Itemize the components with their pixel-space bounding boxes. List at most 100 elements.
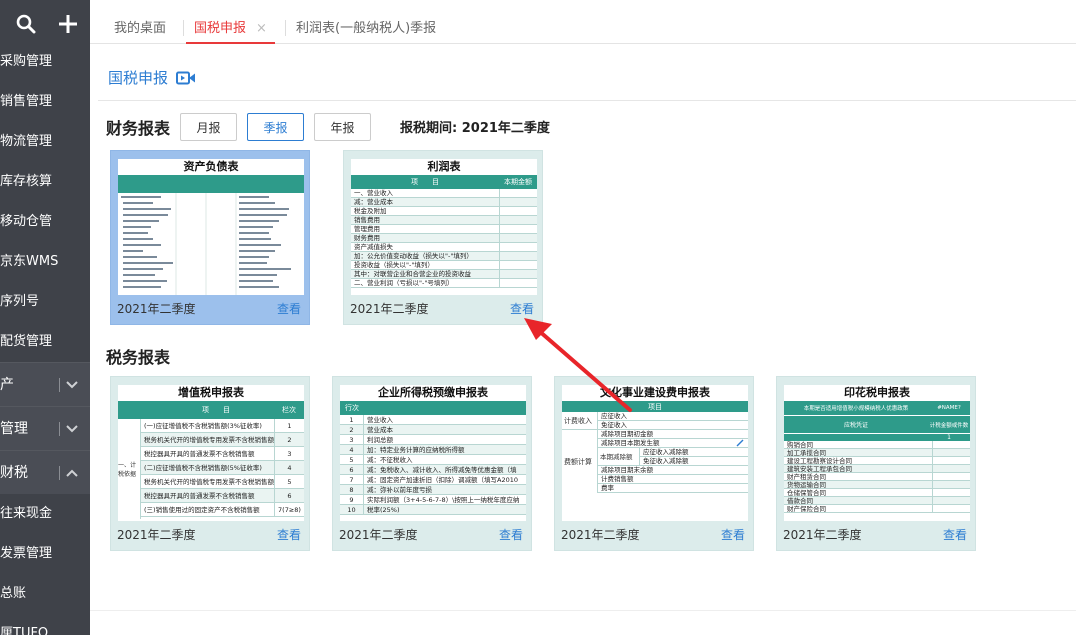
balance-sheet-grid [121, 193, 291, 295]
row-number: 2 [274, 433, 304, 446]
row-number: 10 [340, 505, 364, 514]
view-link[interactable]: 查看 [277, 300, 301, 317]
row-label: 货物运输合同 [787, 481, 826, 488]
row-number: 3 [340, 435, 364, 444]
stamp-duty-thumbnail: 印花税申报表 本期是否适用增值税小规模纳税人优惠政策 #NAME? 应税凭证 计… [784, 385, 970, 521]
table-row: 财产保险合同 [784, 505, 970, 513]
table-row: 税控器具开具的普通发票不含税销售额 6 [141, 489, 304, 503]
view-link[interactable]: 查看 [277, 526, 301, 543]
thumbnail-banner: 本期是否适用增值税小规模纳税人优惠政策 #NAME? [784, 401, 970, 415]
table-row: 税务机关代开的增值税专用发票不含税销售额 5 [141, 475, 304, 489]
card-footer: 2021年二季度 查看 [117, 300, 301, 316]
table-row: 8 减：弥补以前年度亏损 [340, 485, 526, 495]
income-statement-card[interactable]: 利润表 项 目 本期金额 一、营业收入 减：营业成本 税金及附加 销售费用 管理费用 财务… [343, 150, 543, 325]
sidebar-item-jd-wms[interactable]: 京东WMS [0, 242, 90, 282]
table-row: 9 实际利润额（3+4-5-6-7-8）\按照上一纳税年度应纳 [340, 495, 526, 505]
video-icon[interactable] [176, 71, 196, 85]
thumbnail-title: 利润表 [427, 160, 461, 173]
main-content: 国税申报 财务报表 月报 季报 年报 报税期间: 2021年二季度 资产负债表 [90, 45, 1076, 635]
tab-income-statement[interactable]: 利润表(一般纳税人)季报 [296, 12, 436, 44]
sidebar-group-management[interactable]: 管理 [0, 406, 90, 450]
row-label: 税控器具开具的普通发票不含税销售额 [144, 450, 255, 458]
view-link[interactable]: 查看 [721, 526, 745, 543]
row-label: 财务费用 [354, 234, 380, 242]
balance-sheet-card[interactable]: 资产负债表 2021年二季度 查看 [110, 150, 310, 325]
sidebar-item-invoice[interactable]: 发票管理 [0, 534, 90, 574]
row-number: 6 [274, 489, 304, 502]
table-row: 计费销售额 [598, 475, 748, 484]
tab-label: 我的桌面 [114, 21, 167, 36]
sidebar-item-tufo[interactable]: 厘TUFO [0, 614, 90, 635]
tab-national-tax[interactable]: 国税申报 × [186, 12, 275, 44]
row-label: 资产减值损失 [354, 243, 393, 251]
view-link[interactable]: 查看 [499, 526, 523, 543]
table-row: 费率 [598, 484, 748, 493]
table-row: 其中：对联营企业和合营企业的投资收益 [351, 270, 537, 279]
plus-icon[interactable] [58, 14, 78, 34]
quarterly-button[interactable]: 季报 [247, 113, 304, 141]
card-period: 2021年二季度 [117, 301, 196, 316]
row-label: 税务机关代开的增值税专用发票不含税销售额 [144, 436, 274, 444]
row-label: 实际利润额（3+4-5-6-7-8）\按照上一纳税年度应纳 [367, 496, 520, 504]
sidebar-item-serial-number[interactable]: 序列号 [0, 282, 90, 322]
table-row: 财产租赁合同 [784, 473, 970, 481]
card-footer: 2021年二季度 查看 [561, 526, 745, 542]
view-link[interactable]: 查看 [943, 526, 967, 543]
value-cell [932, 473, 970, 480]
balance-sheet-thumbnail: 资产负债表 [118, 159, 304, 295]
value-cell [499, 207, 537, 215]
thumbnail-subheader: 1 [784, 433, 970, 441]
value-cell [499, 279, 537, 287]
sidebar-item-mobile-warehouse[interactable]: 移动仓管 [0, 202, 90, 242]
sidebar-group-label: 产 [0, 376, 14, 393]
sidebar-group-finance-tax[interactable]: 财税 [0, 450, 90, 494]
row-label: 税务机关代开的增值税专用发票不含税销售额 [144, 478, 274, 486]
annual-button[interactable]: 年报 [314, 113, 371, 141]
stamp-duty-card[interactable]: 印花税申报表 本期是否适用增值税小规模纳税人优惠政策 #NAME? 应税凭证 计… [776, 376, 976, 551]
banner-value: #NAME? [937, 405, 961, 411]
row-label: 其中：对联营企业和合营企业的投资收益 [354, 270, 471, 278]
row-label: (二)应征增值税不含税销售额(5%征收率) [144, 464, 262, 472]
row-number: 1 [340, 415, 364, 424]
chevron-down-icon [66, 424, 78, 432]
corporate-income-tax-card[interactable]: 企业所得税预缴申报表 行次 1 营业收入 2 营业成本 3 利润总额 4 加：特定业务计算的应… [332, 376, 532, 551]
close-icon[interactable]: × [256, 21, 267, 36]
sidebar-group-assets[interactable]: 产 [0, 362, 90, 406]
sidebar-item-inventory-accounting[interactable]: 库存核算 [0, 162, 90, 202]
sidebar-item-logistics[interactable]: 物流管理 [0, 122, 90, 162]
search-icon[interactable] [16, 14, 36, 34]
row-label: (三)销售使用过的固定资产不含税销售额 [144, 506, 260, 514]
tab-separator [183, 20, 184, 36]
sidebar-item-ledger[interactable]: 总账 [0, 574, 90, 614]
sidebar-item-cash[interactable]: 往来现金 [0, 494, 90, 534]
tax-section-label: 税务报表 [106, 348, 171, 367]
tab-my-desktop[interactable]: 我的桌面 [114, 12, 166, 44]
vat-return-card[interactable]: 增值税申报表 项 目 栏次 一、计税依据 (一)应征增值税不含税销售额(3%征收… [110, 376, 310, 551]
sidebar-item-purchase[interactable]: 采购管理 [0, 42, 90, 82]
header-cell: 行次 [345, 404, 359, 412]
table-row: 税控器具开具的普通发票不含税销售额 3 [141, 447, 304, 461]
card-footer: 2021年二季度 查看 [783, 526, 967, 542]
thumbnail-title: 资产负债表 [183, 160, 239, 173]
row-label: 减：弥补以前年度亏损 [367, 486, 432, 494]
monthly-button[interactable]: 月报 [180, 113, 237, 141]
table-row: 税务机关代开的增值税专用发票不含税销售额 2 [141, 433, 304, 447]
edit-icon[interactable] [736, 439, 744, 447]
table-row: (三)销售使用过的固定资产不含税销售额 7(7≥8) [141, 503, 304, 517]
header-cell: 项 目 [202, 406, 230, 414]
card-period: 2021年二季度 [561, 527, 640, 542]
sidebar-item-sales[interactable]: 销售管理 [0, 82, 90, 122]
row-label: 仓储保管合同 [787, 489, 826, 496]
thumbnail-header [118, 175, 304, 193]
table-row: 3 利润总额 [340, 435, 526, 445]
table-row: 减除项目期初金额 [598, 430, 748, 439]
thumbnail-header: 行次 [340, 401, 526, 415]
divider [98, 100, 1076, 101]
tab-label: 利润表(一般纳税人)季报 [296, 21, 437, 36]
sidebar-group-label: 管理 [0, 420, 28, 437]
sidebar-item-distribution[interactable]: 配货管理 [0, 322, 90, 362]
card-period: 2021年二季度 [783, 527, 862, 542]
row-label: 财产保险合同 [787, 505, 826, 512]
card-period: 2021年二季度 [339, 527, 418, 542]
thumbnail-header: 项 目 栏次 [118, 401, 304, 419]
